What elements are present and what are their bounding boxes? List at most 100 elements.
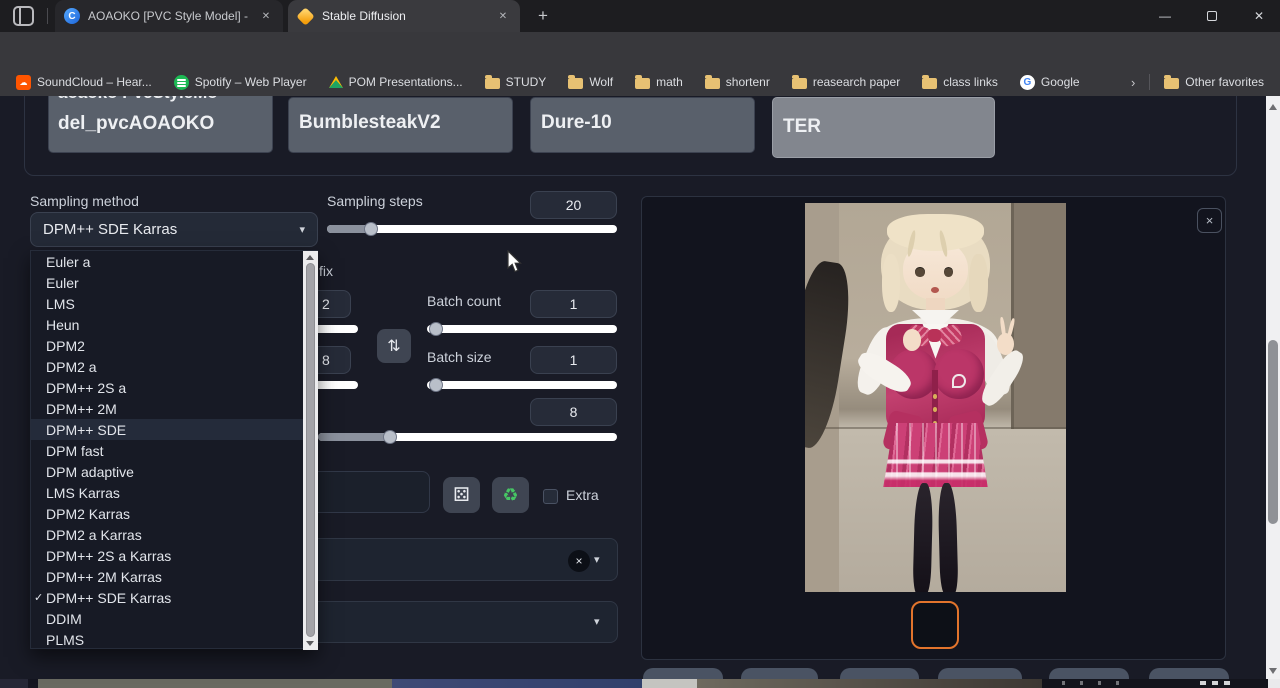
dropdown-scrollbar[interactable] — [303, 251, 318, 650]
slider-handle[interactable] — [429, 322, 443, 336]
option-dpm2-a-karras[interactable]: DPM2 a Karras — [31, 524, 303, 545]
cfg-scale-input[interactable]: 8 — [530, 398, 617, 426]
option-heun[interactable]: Heun — [31, 314, 303, 335]
width-slider-fragment[interactable] — [318, 325, 358, 333]
bookmark-label: shortenr — [726, 75, 770, 89]
model-card-title: Dure-10 — [541, 112, 612, 134]
option-euler[interactable]: Euler — [31, 272, 303, 293]
slider-handle[interactable] — [364, 222, 378, 236]
bookmark-pom[interactable]: POM Presentations... — [329, 75, 463, 89]
extra-checkbox[interactable] — [543, 489, 558, 504]
option-lms-karras[interactable]: LMS Karras — [31, 482, 303, 503]
option-dpmpp-2m[interactable]: DPM++ 2M — [31, 398, 303, 419]
window-close-button[interactable]: ✕ — [1244, 4, 1274, 28]
cfg-scale-slider[interactable] — [318, 433, 617, 441]
bookmark-wolf[interactable]: Wolf — [568, 75, 613, 89]
bookmark-spotify[interactable]: Spotify – Web Player — [174, 75, 307, 90]
option-label: LMS — [46, 296, 75, 312]
tab-stable-diffusion[interactable]: Stable Diffusion ✕ — [288, 0, 520, 32]
scrollbar-thumb[interactable] — [306, 263, 315, 637]
page-scrollbar[interactable] — [1266, 96, 1280, 688]
batch-count-slider[interactable] — [427, 325, 617, 333]
soundcloud-icon: ☁ — [16, 75, 31, 90]
bookmark-math[interactable]: math — [635, 75, 683, 89]
sampling-steps-slider[interactable] — [327, 225, 617, 233]
model-card-ter[interactable]: TER — [772, 97, 995, 158]
generated-image[interactable] — [805, 203, 1066, 592]
chevron-down-icon: ▾ — [299, 223, 305, 236]
tab-close-icon[interactable]: ✕ — [495, 8, 511, 24]
gallery-thumbnail[interactable] — [911, 601, 959, 649]
option-dpmpp-sde-karras-selected[interactable]: ✓DPM++ SDE Karras — [31, 587, 303, 608]
other-favorites[interactable]: Other favorites — [1164, 75, 1264, 89]
tab-aoaoko[interactable]: C AOAOKO [PVC Style Model] - PV ✕ — [55, 0, 283, 32]
bookmark-label: Spotify – Web Player — [195, 75, 307, 89]
option-ddim[interactable]: DDIM — [31, 608, 303, 629]
option-label: DPM++ SDE — [46, 422, 126, 438]
bookmark-soundcloud[interactable]: ☁SoundCloud – Hear... — [16, 75, 152, 90]
new-tab-button[interactable]: + — [533, 6, 553, 26]
close-image-icon[interactable]: × — [1197, 208, 1222, 233]
model-card-bumblesteakv2[interactable]: BumblesteakV2 — [288, 97, 513, 153]
scroll-down-icon[interactable] — [306, 641, 314, 646]
option-label: DPM adaptive — [46, 464, 134, 480]
sampling-method-select[interactable]: DPM++ SDE Karras ▾ — [30, 212, 318, 247]
bookmarks-overflow-chevron[interactable]: › — [1131, 75, 1135, 90]
model-card-title: BumblesteakV2 — [299, 112, 441, 134]
height-input-fragment[interactable]: 8 — [318, 346, 351, 374]
option-dpm2-karras[interactable]: DPM2 Karras — [31, 503, 303, 524]
sampling-method-label: Sampling method — [30, 193, 139, 209]
taskbar-glyph — [1212, 681, 1218, 685]
clear-selection-icon[interactable]: × — [568, 550, 590, 572]
seed-input[interactable] — [318, 471, 430, 513]
bookmark-study[interactable]: STUDY — [485, 75, 547, 89]
option-label: DPM++ 2S a Karras — [46, 548, 171, 564]
option-dpm-adaptive[interactable]: DPM adaptive — [31, 461, 303, 482]
bookmark-research-paper[interactable]: reasearch paper — [792, 75, 900, 89]
reuse-seed-recycle-button[interactable]: ♻ — [492, 477, 529, 513]
scroll-down-icon[interactable] — [1269, 668, 1277, 674]
sampling-method-dropdown-list: Euler a Euler LMS Heun DPM2 DPM2 a DPM++… — [30, 250, 318, 649]
option-euler-a[interactable]: Euler a — [31, 251, 303, 272]
scroll-up-icon[interactable] — [306, 255, 314, 260]
option-lms[interactable]: LMS — [31, 293, 303, 314]
slider-handle[interactable] — [383, 430, 397, 444]
bookmark-google[interactable]: GGoogle — [1020, 75, 1080, 90]
option-dpm2[interactable]: DPM2 — [31, 335, 303, 356]
width-input-fragment[interactable]: 2 — [318, 290, 351, 318]
batch-count-input[interactable]: 1 — [530, 290, 617, 318]
option-dpmpp-2s-a[interactable]: DPM++ 2S a — [31, 377, 303, 398]
window-minimize-button[interactable]: — — [1150, 4, 1180, 28]
bookmark-class-links[interactable]: class links — [922, 75, 998, 89]
scroll-up-icon[interactable] — [1269, 104, 1277, 110]
chevron-down-icon: ▾ — [594, 553, 600, 566]
batch-size-slider[interactable] — [427, 381, 617, 389]
option-plms[interactable]: PLMS — [31, 629, 303, 650]
window-restore-button[interactable] — [1197, 4, 1227, 28]
option-dpmpp-2s-a-karras[interactable]: DPM++ 2S a Karras — [31, 545, 303, 566]
sampling-steps-input[interactable]: 20 — [530, 191, 617, 219]
model-card-del-pvcaoaoko[interactable]: aoaoko PvcStyleMo del_pvcAOAOKO — [48, 96, 273, 153]
swap-dimensions-button[interactable]: ⇅ — [377, 329, 411, 363]
slider-handle[interactable] — [429, 378, 443, 392]
option-dpmpp-2m-karras[interactable]: DPM++ 2M Karras — [31, 566, 303, 587]
option-dpm2-a[interactable]: DPM2 a — [31, 356, 303, 377]
styles-select[interactable]: × ▾ — [318, 538, 618, 581]
batch-size-input[interactable]: 1 — [530, 346, 617, 374]
model-card-title: TER — [783, 116, 821, 138]
random-seed-dice-button[interactable]: ⚄ — [443, 477, 480, 513]
bottom-strip — [642, 679, 697, 688]
height-slider-fragment[interactable] — [318, 381, 358, 389]
option-dpm-fast[interactable]: DPM fast — [31, 440, 303, 461]
model-card-dure-10[interactable]: Dure-10 — [530, 97, 755, 153]
folder-icon — [635, 78, 650, 89]
bookmark-label: reasearch paper — [813, 75, 900, 89]
tab-close-icon[interactable]: ✕ — [258, 8, 274, 24]
workspaces-icon[interactable] — [13, 6, 34, 26]
option-dpmpp-sde[interactable]: DPM++ SDE — [31, 419, 303, 440]
bookmark-shortenr[interactable]: shortenr — [705, 75, 770, 89]
model-card-title: del_pvcAOAOKO — [58, 113, 214, 135]
script-select[interactable]: ▾ — [318, 601, 618, 643]
scrollbar-thumb[interactable] — [1268, 340, 1278, 524]
taskbar-glyph — [1224, 681, 1230, 685]
